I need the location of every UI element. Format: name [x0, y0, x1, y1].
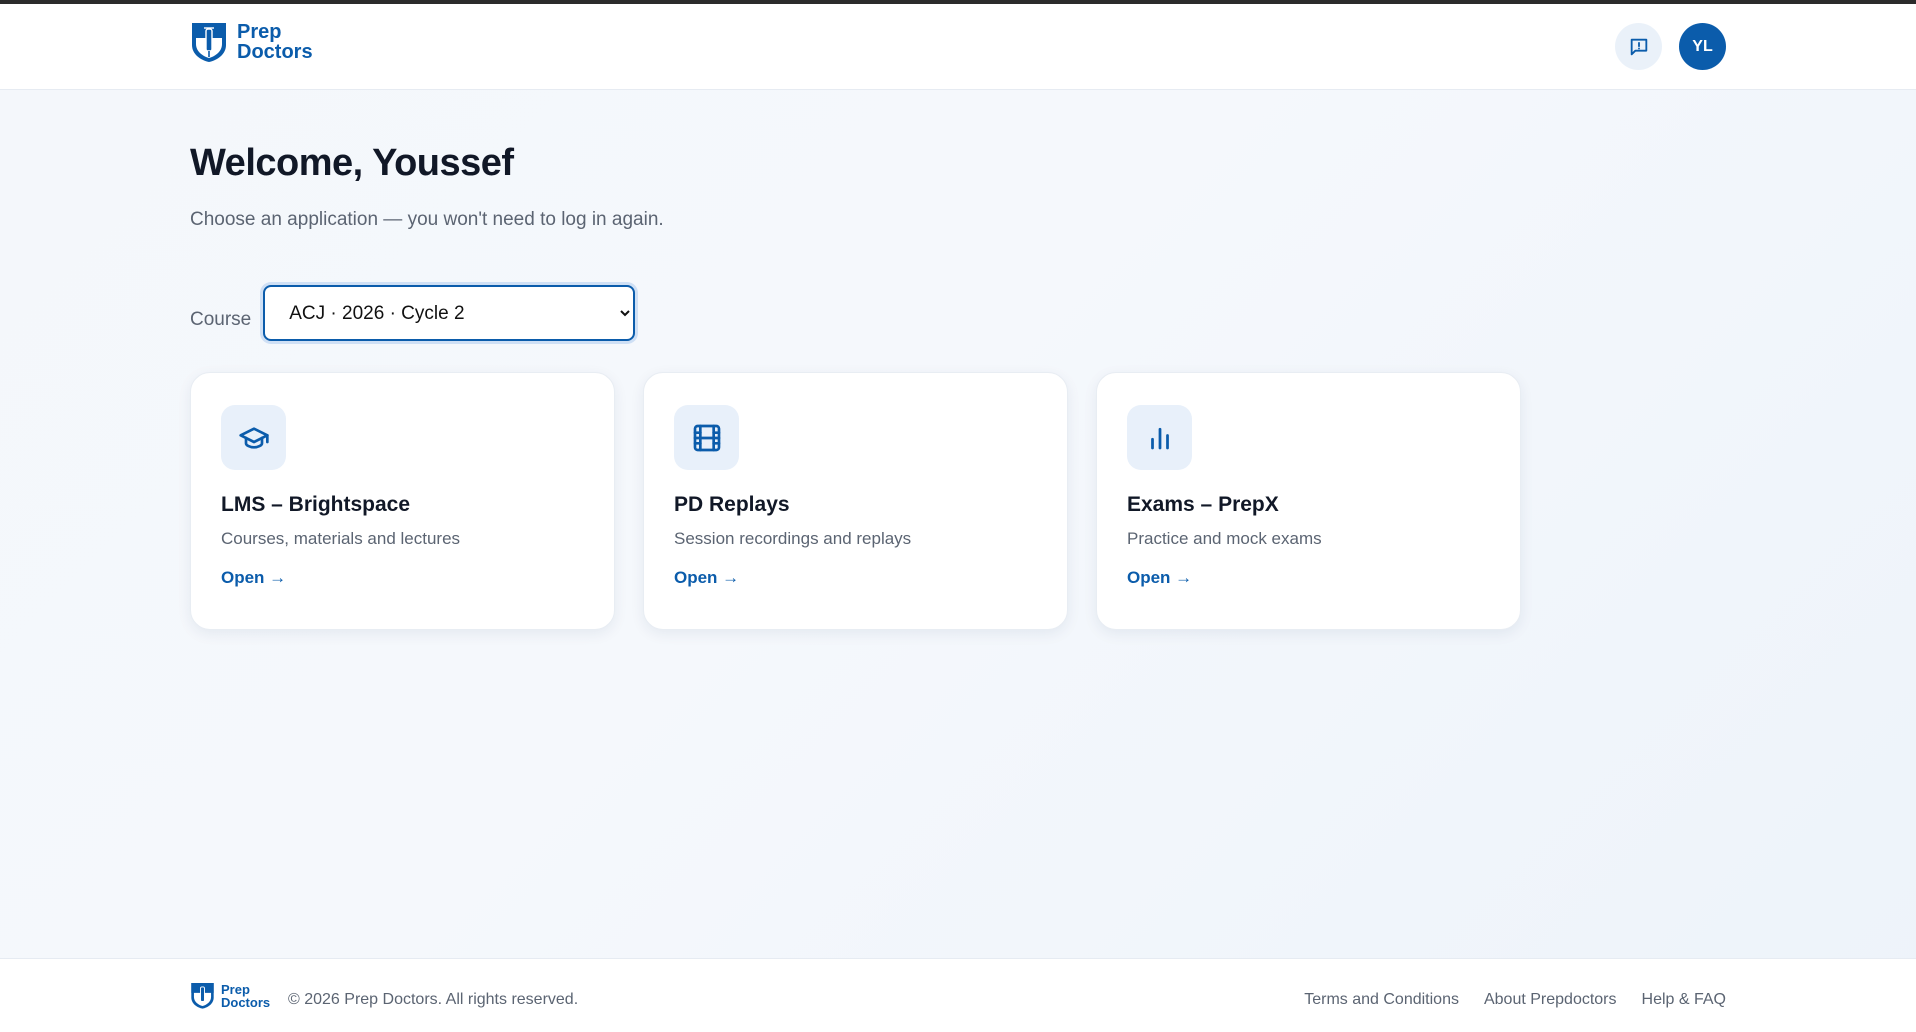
application-cards: LMS – Brightspace Courses, materials and… [190, 372, 1521, 630]
app-footer: Prep Doctors © 2026 Prep Doctors. All ri… [0, 958, 1916, 1032]
page-title: Welcome, Youssef [190, 142, 514, 184]
bar-chart-icon [1150, 427, 1169, 449]
help-faq-link[interactable]: Help & FAQ [1642, 991, 1726, 1009]
card-description: Session recordings and replays [674, 529, 912, 548]
open-exams-link[interactable]: Open → [1127, 568, 1192, 588]
copyright-text: © 2026 Prep Doctors. All rights reserved… [288, 991, 579, 1008]
course-select[interactable]: ACJ · 2026 · Cycle 2 [263, 285, 636, 341]
user-avatar[interactable]: YL [1679, 23, 1726, 70]
footer-links: Terms and Conditions About Prepdoctors H… [1304, 991, 1726, 1009]
shield-logo-icon [192, 23, 226, 62]
app-card-exams[interactable]: Exams – PrepX Practice and mock exams Op… [1096, 372, 1521, 630]
course-selector-row: Course ACJ · 2026 · Cycle 2 [190, 285, 636, 341]
footer-brand-line1: Prep [221, 981, 250, 997]
app-header: Prep Doctors YL [0, 4, 1916, 90]
card-title: LMS – Brightspace [221, 493, 411, 516]
terms-link[interactable]: Terms and Conditions [1304, 991, 1459, 1009]
app-card-replays[interactable]: PD Replays Session recordings and replay… [643, 372, 1068, 630]
footer-logo[interactable]: Prep Doctors [190, 979, 270, 1012]
card-description: Courses, materials and lectures [221, 529, 461, 548]
film-icon [693, 424, 720, 451]
page-subtitle: Choose an application — you won't need t… [190, 209, 664, 230]
app-card-lms[interactable]: LMS – Brightspace Courses, materials and… [190, 372, 615, 630]
open-lms-link[interactable]: Open → [221, 568, 286, 588]
message-alert-icon [1630, 38, 1647, 55]
open-replays-link[interactable]: Open → [674, 568, 739, 588]
brand-name-line2: Doctors [237, 41, 313, 63]
feedback-button[interactable] [1615, 23, 1662, 70]
card-title: Exams – PrepX [1127, 493, 1279, 516]
card-description: Practice and mock exams [1127, 529, 1322, 548]
course-label: Course [190, 309, 252, 330]
card-title: PD Replays [674, 493, 790, 516]
brand-logo[interactable]: Prep Doctors [190, 21, 313, 63]
graduation-cap-icon [238, 426, 269, 449]
about-link[interactable]: About Prepdoctors [1484, 991, 1617, 1009]
footer-brand-line2: Doctors [221, 994, 271, 1010]
brand-name-line1: Prep [237, 21, 282, 43]
shield-logo-icon [191, 983, 214, 1009]
header-actions: YL [1615, 23, 1726, 70]
